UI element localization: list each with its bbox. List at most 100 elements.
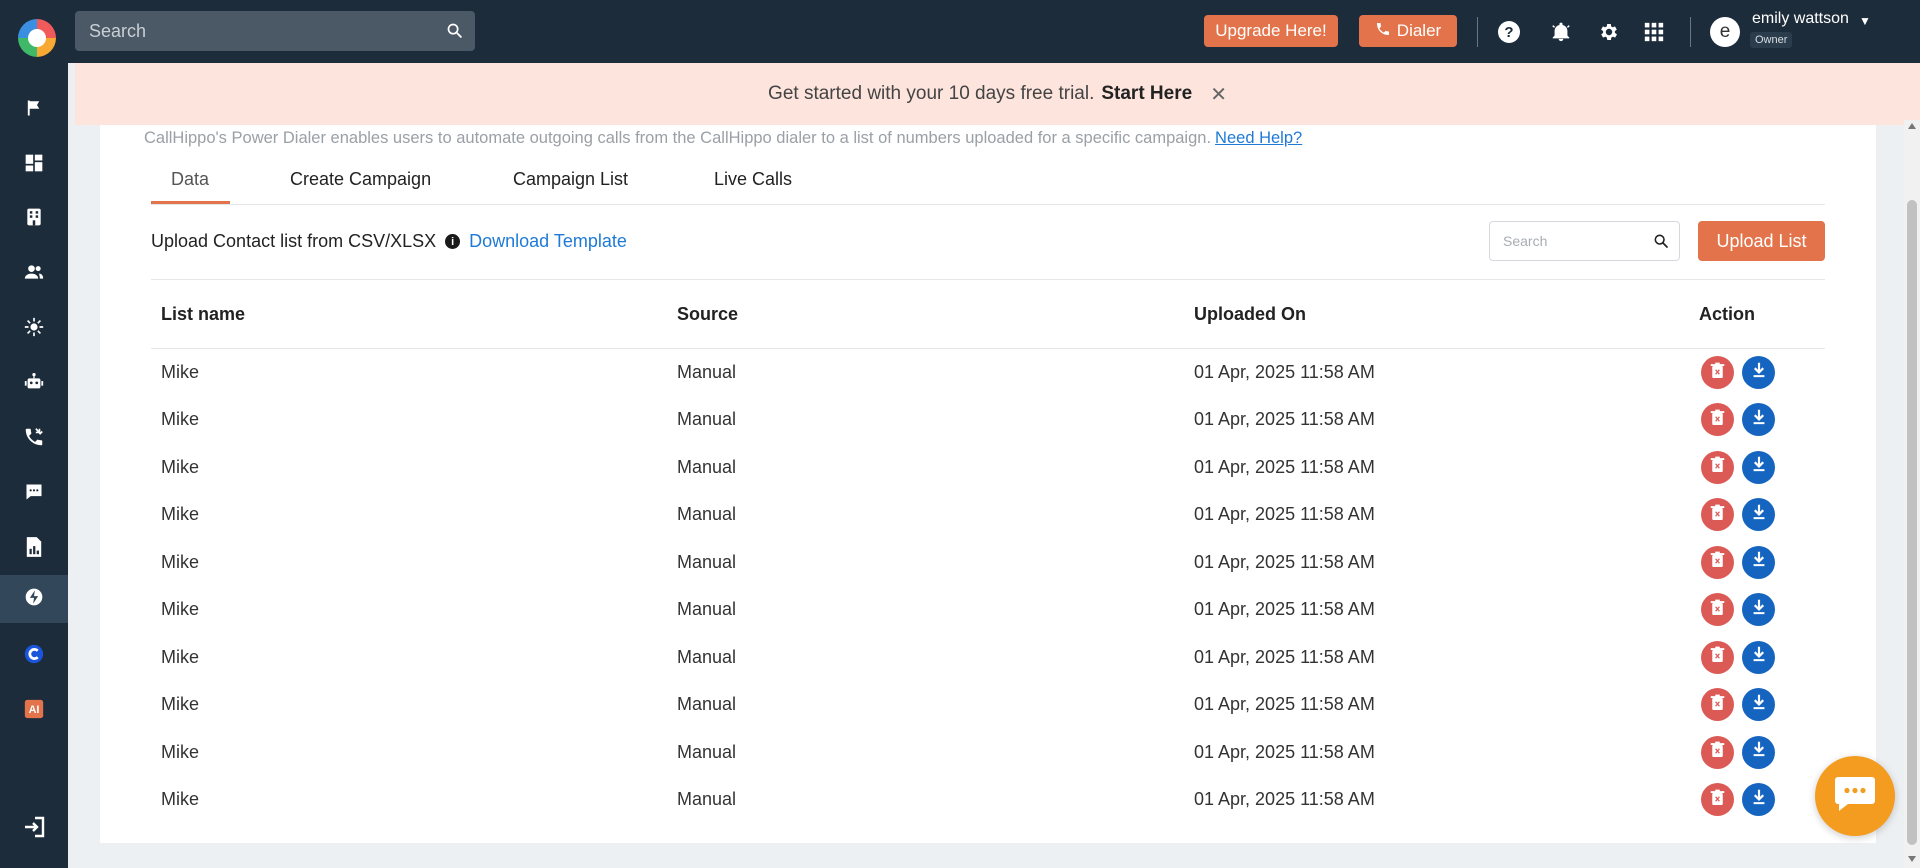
cell-uploaded-on: 01 Apr, 2025 11:58 AM — [1194, 551, 1375, 572]
dashboard-icon — [24, 153, 44, 178]
divider — [1690, 17, 1691, 47]
chevron-down-icon[interactable]: ▼ — [1859, 14, 1871, 28]
building-icon — [24, 207, 44, 232]
delete-button[interactable] — [1701, 783, 1734, 817]
help-icon[interactable]: ? — [1496, 19, 1522, 45]
delete-button[interactable] — [1701, 640, 1734, 674]
chat-bubble-icon — [1834, 775, 1876, 818]
table-row: Mike Manual 01 Apr, 2025 11:58 AM — [151, 491, 1825, 539]
delete-button[interactable] — [1701, 356, 1734, 389]
chat-icon — [24, 482, 44, 507]
delete-button[interactable] — [1701, 688, 1734, 722]
download-button[interactable] — [1742, 403, 1775, 437]
sidebar-item-power-dialer[interactable] — [0, 575, 68, 623]
cell-actions — [1699, 681, 1825, 729]
sidebar-item-get-started[interactable] — [0, 86, 68, 134]
chat-widget-button[interactable] — [1815, 756, 1895, 836]
cell-list-name: Mike — [161, 504, 200, 525]
power-dialer-card: CallHippo's Power Dialer enables users t… — [100, 125, 1876, 843]
upload-list-button[interactable]: Upload List — [1698, 221, 1825, 261]
download-button[interactable] — [1742, 545, 1775, 579]
table-search-input[interactable] — [1490, 222, 1679, 260]
cell-list-name: Mike — [161, 409, 200, 430]
download-button[interactable] — [1742, 688, 1775, 722]
delete-button[interactable] — [1701, 450, 1734, 484]
download-button[interactable] — [1742, 783, 1775, 817]
sidebar-item-reports[interactable] — [0, 525, 68, 573]
download-button[interactable] — [1742, 593, 1775, 627]
tab-create-campaign[interactable]: Create Campaign — [290, 169, 431, 190]
sidebar-item-integrations[interactable] — [0, 305, 68, 353]
download-button[interactable] — [1742, 640, 1775, 674]
close-icon[interactable]: ✕ — [1210, 82, 1227, 107]
scroll-down-arrow[interactable] — [1908, 856, 1916, 862]
trial-banner: Get started with your 10 days free trial… — [75, 63, 1920, 125]
cell-uploaded-on: 01 Apr, 2025 11:58 AM — [1194, 741, 1375, 762]
trash-icon — [1710, 504, 1725, 526]
start-here-link[interactable]: Start Here — [1101, 83, 1192, 105]
callhippo-logo[interactable] — [18, 19, 56, 57]
info-icon[interactable]: i — [445, 234, 461, 249]
tab-campaign-list[interactable]: Campaign List — [513, 169, 628, 190]
download-button[interactable] — [1742, 735, 1775, 769]
delete-button[interactable] — [1701, 735, 1734, 769]
sidebar-item-messages[interactable] — [0, 470, 68, 518]
svg-text:?: ? — [1504, 24, 1513, 41]
settings-gear-icon[interactable] — [1596, 19, 1622, 45]
trial-text: Get started with your 10 days free trial… — [768, 83, 1095, 104]
dialer-label: Dialer — [1396, 21, 1442, 40]
trash-icon — [1710, 551, 1725, 573]
delete-button[interactable] — [1701, 593, 1734, 627]
avatar[interactable]: e — [1710, 17, 1740, 47]
header-action: Action — [1699, 303, 1755, 324]
cell-uploaded-on: 01 Apr, 2025 11:58 AM — [1194, 646, 1375, 667]
sidebar-item-numbers[interactable] — [0, 195, 68, 243]
users-icon — [23, 262, 45, 287]
trash-icon — [1710, 789, 1725, 811]
tab-live-calls[interactable]: Live Calls — [714, 169, 792, 190]
cell-actions — [1699, 444, 1825, 492]
download-button[interactable] — [1742, 450, 1775, 484]
table-search[interactable] — [1489, 221, 1680, 261]
download-template-link[interactable]: Download Template — [469, 231, 627, 252]
table-row: Mike Manual 01 Apr, 2025 11:58 AM — [151, 776, 1825, 824]
global-search[interactable] — [75, 11, 475, 51]
download-icon — [1751, 362, 1767, 384]
scroll-thumb[interactable] — [1907, 200, 1917, 845]
tab-bar: Data Create Campaign Campaign List Live … — [151, 155, 1825, 205]
dialer-button[interactable]: Dialer — [1359, 15, 1457, 47]
user-name[interactable]: emily wattson — [1752, 10, 1849, 28]
table-header-row: List name Source Uploaded On Action — [151, 279, 1825, 349]
callhippo-icon — [23, 643, 45, 670]
cell-source: Manual — [677, 409, 737, 430]
delete-button[interactable] — [1701, 403, 1734, 437]
download-icon — [1751, 409, 1767, 431]
cell-source: Manual — [677, 789, 737, 810]
sidebar-item-users[interactable] — [0, 250, 68, 298]
need-help-link[interactable]: Need Help? — [1215, 129, 1302, 147]
global-search-input[interactable] — [75, 11, 475, 51]
sidebar-item-ai[interactable]: AI — [0, 687, 68, 735]
sidebar-item-automation[interactable] — [0, 360, 68, 408]
sidebar-item-callhippo[interactable] — [0, 632, 68, 680]
cell-source: Manual — [677, 551, 737, 572]
delete-button[interactable] — [1701, 545, 1734, 579]
search-icon[interactable] — [1653, 233, 1669, 254]
download-button[interactable] — [1742, 356, 1775, 389]
tab-data[interactable]: Data — [171, 169, 209, 190]
scroll-up-arrow[interactable] — [1908, 123, 1916, 129]
cell-actions — [1699, 634, 1825, 682]
download-button[interactable] — [1742, 498, 1775, 532]
upgrade-button[interactable]: Upgrade Here! — [1204, 15, 1338, 47]
sidebar-item-call-routing[interactable] — [0, 415, 68, 463]
sidebar-item-dashboard[interactable] — [0, 141, 68, 189]
cell-source: Manual — [677, 646, 737, 667]
apps-grid-icon[interactable] — [1641, 19, 1667, 45]
notification-bell-icon[interactable] — [1548, 19, 1574, 45]
page-scrollbar[interactable] — [1904, 120, 1920, 868]
sidebar-item-logout[interactable] — [0, 805, 68, 853]
delete-button[interactable] — [1701, 498, 1734, 532]
search-icon[interactable] — [446, 22, 463, 44]
download-icon — [1751, 599, 1767, 621]
cell-list-name: Mike — [161, 551, 200, 572]
